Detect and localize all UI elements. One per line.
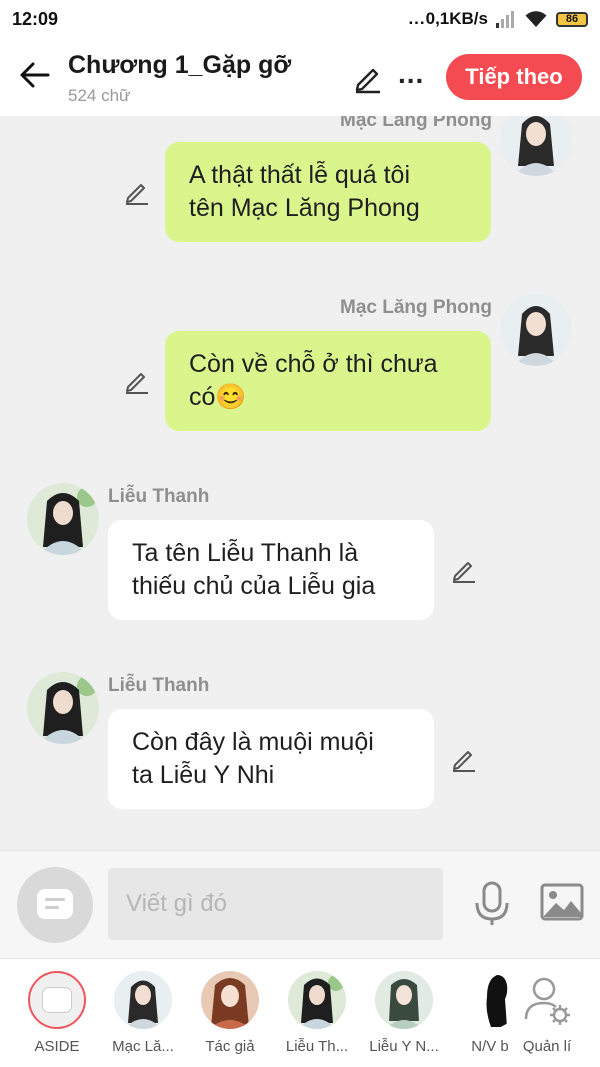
back-arrow-icon[interactable] bbox=[18, 58, 52, 92]
signal-icon bbox=[496, 10, 516, 28]
avatar[interactable] bbox=[27, 483, 99, 555]
edit-message-icon[interactable] bbox=[450, 745, 478, 773]
message-bubble[interactable]: Ta tên Liễu Thanh là thiếu chủ của Liễu … bbox=[108, 520, 434, 620]
message-line: tên Mạc Lăng Phong bbox=[189, 194, 420, 222]
character-label: ASIDE bbox=[34, 1038, 80, 1055]
message-line: có😊 bbox=[189, 383, 247, 411]
sender-name: Liễu Thanh bbox=[108, 486, 210, 507]
status-dots: ... bbox=[408, 9, 426, 28]
character-item[interactable]: Liễu Th... bbox=[273, 959, 359, 1067]
status-time: 12:09 bbox=[12, 9, 59, 29]
character-item[interactable]: Mạc Lă... bbox=[99, 959, 185, 1067]
avatar[interactable] bbox=[500, 116, 572, 176]
aside-toggle-button[interactable] bbox=[17, 867, 93, 943]
sender-name: Mạc Lăng Phong bbox=[340, 116, 492, 131]
word-count: 524 chữ bbox=[68, 86, 131, 105]
user-gear-icon bbox=[524, 977, 570, 1025]
avatar[interactable] bbox=[500, 294, 572, 366]
edit-message-icon[interactable] bbox=[123, 367, 151, 395]
aside-icon bbox=[28, 971, 86, 1029]
character-aside[interactable]: ASIDE bbox=[13, 959, 99, 1067]
message-line: Còn về chỗ ở thì chưa bbox=[189, 350, 438, 378]
status-indicators: ... 0,1KB/s 86 bbox=[408, 9, 588, 29]
character-item[interactable]: Liễu Y N... bbox=[360, 959, 446, 1067]
wifi-icon bbox=[525, 11, 547, 27]
message-icon bbox=[37, 889, 73, 919]
more-options-icon[interactable]: ... bbox=[398, 58, 424, 90]
avatar bbox=[288, 971, 346, 1029]
composer-bar bbox=[0, 850, 600, 958]
message-bubble[interactable]: A thật thất lễ quá tôi tên Mạc Lăng Phon… bbox=[165, 142, 491, 242]
character-bar: ASIDE Mạc Lă... Tác giả Liễu Th... Liễu … bbox=[0, 958, 600, 1067]
character-label: Tác giả bbox=[205, 1038, 255, 1055]
message-bubble[interactable]: Còn về chỗ ở thì chưa có😊 bbox=[165, 331, 491, 431]
message-line: Còn đây là muội muội bbox=[132, 728, 374, 756]
character-label: Liễu Y N... bbox=[369, 1038, 439, 1055]
message-line: A thật thất lễ quá tôi bbox=[189, 161, 410, 189]
chapter-header: Chương 1_Gặp gỡ 524 chữ ... Tiếp theo bbox=[0, 40, 600, 116]
edit-message-icon[interactable] bbox=[450, 556, 478, 584]
avatar bbox=[201, 971, 259, 1029]
message-bubble[interactable]: Còn đây là muội muội ta Liễu Y Nhi bbox=[108, 709, 434, 809]
edit-title-icon[interactable] bbox=[352, 62, 384, 94]
chat-area[interactable]: Mạc Lăng Phong A thật thất lễ quá tôi tê… bbox=[0, 116, 600, 850]
character-label: Mạc Lă... bbox=[112, 1038, 174, 1055]
sender-name: Mạc Lăng Phong bbox=[340, 297, 492, 318]
avatar[interactable] bbox=[27, 672, 99, 744]
image-icon[interactable] bbox=[540, 883, 584, 921]
message-line: thiếu chủ của Liễu gia bbox=[132, 572, 376, 600]
message-line: Ta tên Liễu Thanh là bbox=[132, 539, 359, 567]
avatar bbox=[375, 971, 433, 1029]
character-label: Quản lí bbox=[522, 1038, 572, 1055]
status-bar: 12:09 ... 0,1KB/s 86 bbox=[0, 0, 600, 40]
message-line: ta Liễu Y Nhi bbox=[132, 761, 275, 789]
avatar bbox=[114, 971, 172, 1029]
next-chapter-button[interactable]: Tiếp theo bbox=[446, 54, 582, 100]
edit-message-icon[interactable] bbox=[123, 178, 151, 206]
sender-name: Liễu Thanh bbox=[108, 675, 210, 696]
character-label: Liễu Th... bbox=[285, 1038, 349, 1055]
chapter-title: Chương 1_Gặp gỡ bbox=[68, 51, 292, 79]
manage-characters[interactable]: Quản lí bbox=[503, 959, 589, 1067]
microphone-icon[interactable] bbox=[472, 881, 512, 927]
battery-icon: 86 bbox=[556, 11, 588, 27]
character-item[interactable]: Tác giả bbox=[186, 959, 272, 1067]
message-input[interactable] bbox=[108, 868, 443, 940]
network-speed: 0,1KB/s bbox=[425, 9, 488, 28]
